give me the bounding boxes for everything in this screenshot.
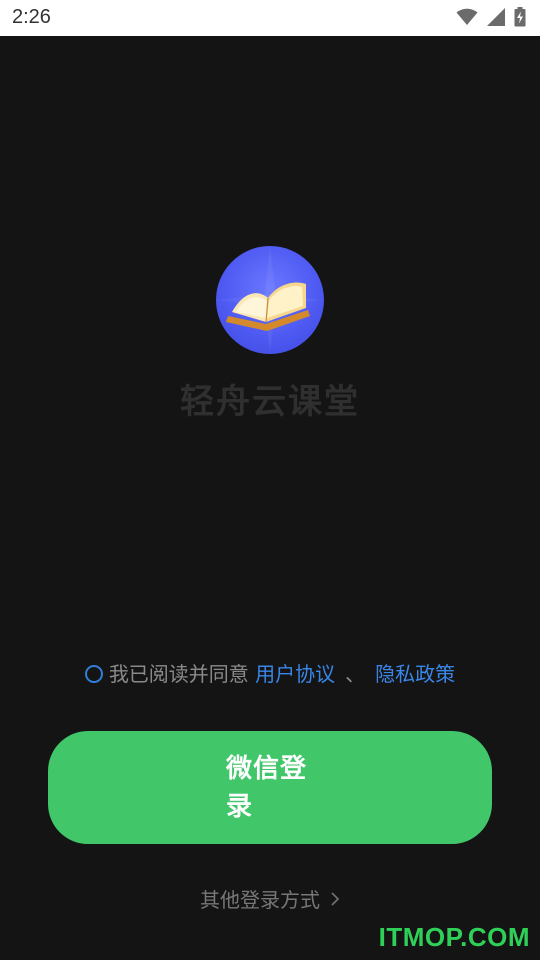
agreement-separator: 、 [345,662,366,686]
status-icons [456,7,526,27]
wifi-icon [456,8,478,25]
user-agreement-link[interactable]: 用户协议 [255,662,335,686]
privacy-policy-link[interactable]: 隐私政策 [375,662,455,686]
status-time: 2:26 [12,6,51,28]
agreement-prefix: 我已阅读并同意 [108,662,249,686]
other-login-button[interactable]: 其他登录方式 [0,884,540,913]
chevron-right-icon [330,888,340,912]
wechat-login-button[interactable]: 微信登录 [48,731,492,844]
app-title: 轻舟云课堂 [180,382,360,422]
app-logo [216,246,324,354]
agreement-row: 我已阅读并同意 用户协议、隐私政策 [0,658,540,687]
open-book-icon [216,246,324,354]
wechat-login-label: 微信登录 [226,754,308,822]
other-login-label: 其他登录方式 [200,888,320,912]
agreement-radio[interactable] [84,665,103,683]
battery-charging-icon [514,7,526,27]
signal-icon [487,8,505,26]
status-bar: 2:26 [0,0,540,36]
watermark: ITMOP.COM [378,922,530,952]
